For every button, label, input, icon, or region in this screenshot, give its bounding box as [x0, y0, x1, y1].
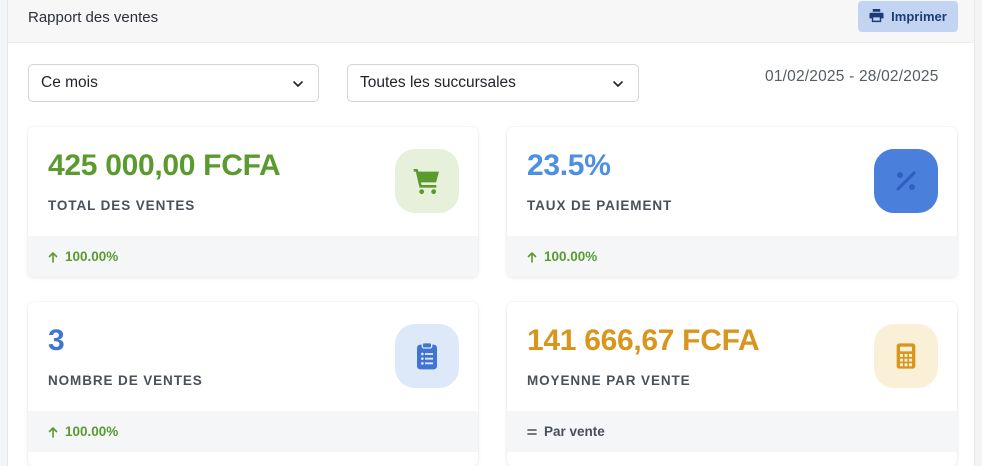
average-sale-value: 141 666,67 FCFA [527, 324, 760, 357]
report-header: Rapport des ventes Imprimer [8, 0, 974, 43]
arrow-up-icon [48, 251, 58, 263]
period-select-value: Ce mois [41, 74, 98, 91]
branch-select-value: Toutes les succursales [360, 74, 516, 91]
total-sales-value: 425 000,00 FCFA [48, 149, 281, 182]
shopping-cart-icon [395, 149, 459, 213]
sales-count-card: 3 NOMBRE DE VENTES 100.00% [28, 302, 478, 466]
branch-select[interactable]: Toutes les succursales [347, 64, 639, 102]
equals-icon [527, 428, 537, 435]
average-sale-note: Par vente [507, 411, 957, 452]
period-select[interactable]: Ce mois [28, 64, 319, 102]
total-sales-card: 425 000,00 FCFA TOTAL DES VENTES 100.00% [28, 127, 478, 277]
page-title: Rapport des ventes [28, 9, 159, 26]
average-sale-card: 141 666,67 FCFA MOYENNE PAR VENTE Par ve… [507, 302, 957, 466]
calculator-icon [874, 324, 938, 388]
average-sale-note-text: Par vente [544, 424, 605, 439]
printer-icon [869, 8, 884, 26]
print-button[interactable]: Imprimer [858, 1, 958, 32]
sales-count-trend-value: 100.00% [65, 424, 119, 439]
date-range: 01/02/2025 - 28/02/2025 [765, 68, 939, 85]
payment-rate-value: 23.5% [527, 149, 611, 182]
clipboard-list-icon [395, 324, 459, 388]
sales-count-label: NOMBRE DE VENTES [48, 373, 203, 388]
chevron-down-icon [293, 81, 303, 87]
chevron-down-icon [613, 81, 623, 87]
total-sales-trend: 100.00% [28, 236, 478, 277]
payment-rate-trend-value: 100.00% [544, 249, 598, 264]
arrow-up-icon [48, 426, 58, 438]
sales-count-value: 3 [48, 324, 65, 357]
sales-count-trend: 100.00% [28, 411, 478, 452]
sales-report-panel: Rapport des ventes Imprimer Ce mois Tout… [7, 0, 975, 466]
payment-rate-card: 23.5% TAUX DE PAIEMENT 100.00% [507, 127, 957, 277]
percent-icon [874, 149, 938, 213]
payment-rate-label: TAUX DE PAIEMENT [527, 198, 673, 213]
arrow-up-icon [527, 251, 537, 263]
print-button-label: Imprimer [891, 9, 947, 24]
payment-rate-trend: 100.00% [507, 236, 957, 277]
total-sales-trend-value: 100.00% [65, 249, 119, 264]
average-sale-label: MOYENNE PAR VENTE [527, 373, 691, 388]
total-sales-label: TOTAL DES VENTES [48, 198, 196, 213]
